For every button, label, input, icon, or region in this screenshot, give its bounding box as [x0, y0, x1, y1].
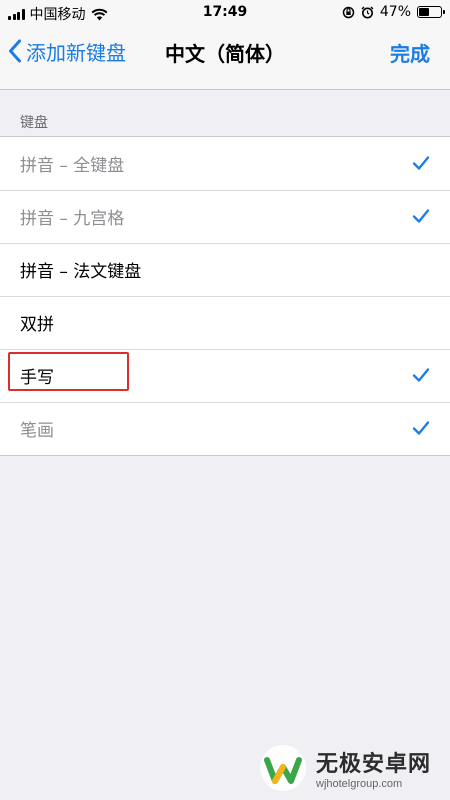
keyboard-row-shuangpin[interactable]: 双拼 [0, 296, 450, 349]
battery-fill [419, 8, 429, 16]
keyboard-row-label: 拼音 – 九宫格 [20, 209, 125, 229]
keyboard-row-pinyin-azerty[interactable]: 拼音 – 法文键盘 [0, 243, 450, 296]
watermark-name: 无极安卓网 [316, 752, 432, 777]
keyboard-row-label: 笔画 [20, 421, 54, 441]
checkmark-icon [412, 156, 430, 170]
keyboard-row-handwriting[interactable]: 手写 [0, 349, 450, 402]
watermark-text: 无极安卓网 wjhotelgroup.com [316, 746, 431, 790]
keyboard-row-pinyin-qwerty[interactable]: 拼音 – 全键盘 [0, 137, 450, 190]
keyboard-row-label: 手写 [20, 368, 54, 388]
battery-percent: 47% [379, 4, 411, 20]
back-button-label: 添加新键盘 [26, 40, 126, 65]
alarm-icon [361, 6, 374, 18]
keyboard-row-stroke[interactable]: 笔画 [0, 402, 450, 455]
watermark-logo-icon [260, 745, 306, 791]
section-header: 键盘 [20, 115, 48, 131]
keyboard-row-label: 拼音 – 全键盘 [20, 156, 125, 176]
battery-icon [417, 6, 445, 18]
checkmark-icon [412, 209, 430, 223]
watermark: 无极安卓网 wjhotelgroup.com [258, 738, 448, 798]
rotation-lock-icon [342, 6, 355, 18]
status-right: 47% [342, 4, 445, 20]
navigation-bar: 添加新键盘 中文（简体） 完成 [0, 26, 450, 90]
checkmark-icon [412, 421, 430, 435]
done-button[interactable]: 完成 [390, 38, 430, 67]
status-bar: 中国移动 17:49 47% [0, 0, 450, 26]
keyboard-row-label: 拼音 – 法文键盘 [20, 262, 142, 282]
keyboard-list: 拼音 – 全键盘 拼音 – 九宫格 拼音 – 法文键盘 双拼 手写 笔画 [0, 136, 450, 456]
chevron-left-icon [9, 39, 21, 63]
keyboard-row-pinyin-10key[interactable]: 拼音 – 九宫格 [0, 190, 450, 243]
keyboard-row-label: 双拼 [20, 315, 54, 335]
checkmark-icon [412, 368, 430, 382]
watermark-url: wjhotelgroup.com [316, 778, 403, 790]
back-button[interactable]: 添加新键盘 [8, 38, 126, 65]
